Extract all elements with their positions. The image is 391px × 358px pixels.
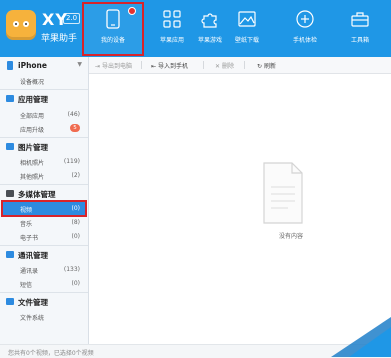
sidebar-section-apps[interactable]: 应用管理 xyxy=(0,92,88,106)
sidebar: iPhone ▼ 设备概况 应用管理 全部应用 (46) 应用升级 5 图片管理… xyxy=(0,57,89,344)
nav-phone-check[interactable]: 手机体检 xyxy=(276,4,334,54)
phone-icon xyxy=(7,61,13,70)
sidebar-item-contacts[interactable]: 通讯录 (133) xyxy=(0,263,88,276)
sidebar-section-comms[interactable]: 通讯管理 xyxy=(0,248,88,262)
plus-circle-icon xyxy=(296,10,314,28)
sidebar-item-camera-photos[interactable]: 相机照片 (119) xyxy=(0,155,88,168)
nav-wallpaper[interactable]: 壁纸下载 xyxy=(218,4,276,54)
brand-subtitle: 苹果助手 xyxy=(41,34,78,44)
delete-button[interactable]: ✕ 删除 xyxy=(215,61,234,70)
divider xyxy=(0,137,88,138)
phone-icon xyxy=(106,9,120,29)
export-icon: ⇥ xyxy=(95,63,101,70)
empty-document-icon xyxy=(263,162,303,224)
export-to-pc-button[interactable]: ⇥ 导出到电脑 xyxy=(95,61,132,70)
divider xyxy=(0,184,88,185)
nav-my-device[interactable]: 我的设备 xyxy=(82,2,144,56)
sidebar-section-files[interactable]: 文件管理 xyxy=(0,295,88,309)
sidebar-item-music[interactable]: 音乐 (8) xyxy=(0,216,88,229)
upgrade-count-badge: 5 xyxy=(70,124,80,132)
empty-state-text: 没有内容 xyxy=(279,233,304,240)
version-badge: 2.0 xyxy=(63,13,81,24)
video-list-area xyxy=(89,74,391,344)
chevron-down-icon[interactable]: ▼ xyxy=(77,61,82,68)
picture-icon xyxy=(6,143,14,150)
nav-label: 工具箱 xyxy=(350,37,369,44)
action-toolbar: ⇥ 导出到电脑 ⇤ 导入到手机 ✕ 删除 ↻ 刷新 xyxy=(89,57,391,74)
sidebar-item-file-system[interactable]: 文件系统 xyxy=(0,310,88,323)
nav-label: 壁纸下载 xyxy=(234,37,259,44)
nav-label: 我的设备 xyxy=(100,37,125,44)
delete-x-icon: ✕ xyxy=(215,63,221,70)
sidebar-section-photos[interactable]: 图片管理 xyxy=(0,140,88,154)
refresh-button[interactable]: ↻ 刷新 xyxy=(257,61,276,70)
sidebar-item-video[interactable]: 视频 (0) xyxy=(1,200,87,217)
divider xyxy=(0,292,88,293)
sidebar-item-all-apps[interactable]: 全部应用 (46) xyxy=(0,108,88,121)
nav-toolbox[interactable]: 工具箱 xyxy=(331,4,389,54)
chat-icon xyxy=(6,251,14,258)
sidebar-item-other-photos[interactable]: 其他照片 (2) xyxy=(0,169,88,182)
corner-decoration xyxy=(331,317,391,357)
sidebar-item-app-upgrade[interactable]: 应用升级 5 xyxy=(0,122,88,135)
sidebar-section-media[interactable]: 多媒体管理 xyxy=(0,187,88,201)
import-icon: ⇤ xyxy=(151,63,157,70)
notification-dot xyxy=(128,7,136,15)
status-text: 您共有0个视频，已选择0个视频 xyxy=(8,350,94,357)
apps-grid-icon xyxy=(6,95,14,102)
sidebar-item-sms[interactable]: 短信 (0) xyxy=(0,277,88,290)
apps-grid-icon xyxy=(163,10,181,28)
refresh-icon: ↻ xyxy=(257,63,263,70)
sidebar-item-device-overview[interactable]: 设备概况 xyxy=(0,74,88,87)
divider xyxy=(0,89,88,90)
puzzle-icon xyxy=(201,13,217,28)
headphones-icon xyxy=(6,190,14,197)
import-to-phone-button[interactable]: ⇤ 导入到手机 xyxy=(151,61,188,70)
sidebar-section-device[interactable]: iPhone ▼ xyxy=(0,59,88,73)
top-navigation-bar: XY 2.0 苹果助手 我的设备 苹果应用 苹果游戏 壁纸下载 手机体检 工具箱 xyxy=(0,0,391,57)
toolbox-icon xyxy=(351,12,369,27)
nav-label: 手机体检 xyxy=(292,37,317,44)
xy-logo-icon xyxy=(6,10,36,40)
image-icon xyxy=(238,11,256,27)
divider xyxy=(0,245,88,246)
folder-icon xyxy=(6,298,14,305)
sidebar-item-ebook[interactable]: 电子书 (0) xyxy=(0,230,88,243)
